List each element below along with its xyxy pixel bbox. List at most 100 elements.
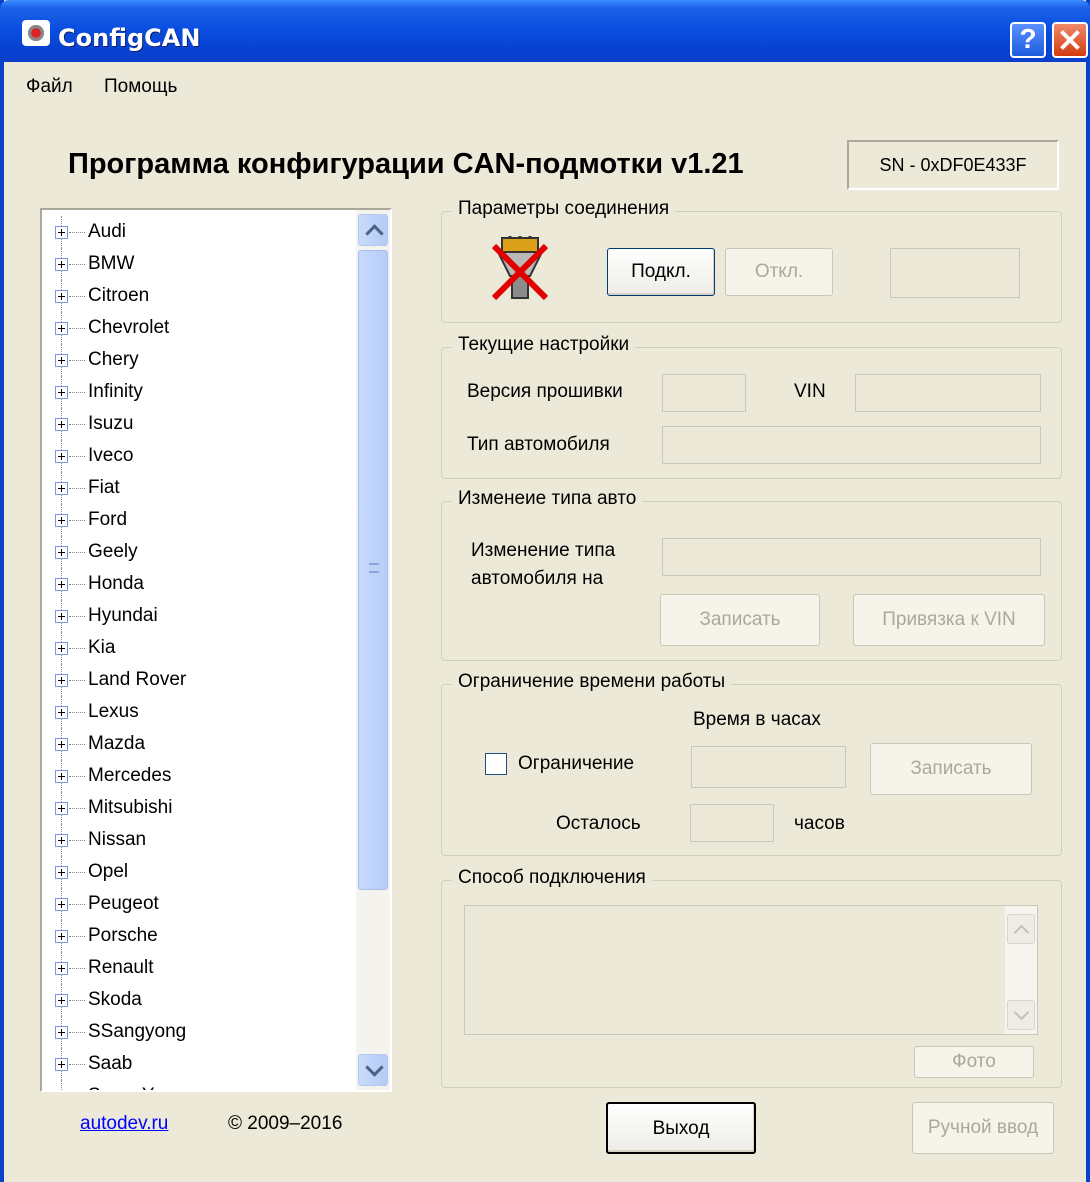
- help-button[interactable]: ?: [1010, 22, 1046, 58]
- tree-item[interactable]: Lexus: [42, 696, 354, 728]
- tree-item[interactable]: Hyundai: [42, 600, 354, 632]
- expand-plus-icon[interactable]: [55, 258, 68, 271]
- tree-item[interactable]: Land Rover: [42, 664, 354, 696]
- scroll-thumb[interactable]: [358, 250, 388, 890]
- expand-plus-icon[interactable]: [55, 770, 68, 783]
- tree-item[interactable]: BMW: [42, 248, 354, 280]
- tree-item[interactable]: Chevrolet: [42, 312, 354, 344]
- tree-item[interactable]: Iveco: [42, 440, 354, 472]
- tree-item[interactable]: SsangYong: [42, 1080, 354, 1092]
- hours-unit-label: часов: [794, 813, 845, 834]
- close-icon[interactable]: [1052, 22, 1088, 58]
- scroll-down-icon[interactable]: [358, 1054, 388, 1086]
- expand-plus-icon[interactable]: [55, 930, 68, 943]
- expand-plus-icon[interactable]: [55, 546, 68, 559]
- menu-file[interactable]: Файл: [26, 76, 73, 98]
- expand-plus-icon[interactable]: [55, 354, 68, 367]
- bind-vin-button[interactable]: Привязка к VIN: [853, 594, 1045, 646]
- expand-plus-icon[interactable]: [55, 962, 68, 975]
- expand-plus-icon[interactable]: [55, 482, 68, 495]
- expand-plus-icon[interactable]: [55, 514, 68, 527]
- tree-item[interactable]: Mercedes: [42, 760, 354, 792]
- remaining-label: Осталось: [556, 813, 641, 834]
- tree-connector: [69, 1032, 85, 1033]
- expand-plus-icon[interactable]: [55, 738, 68, 751]
- expand-plus-icon[interactable]: [55, 898, 68, 911]
- expand-plus-icon[interactable]: [55, 578, 68, 591]
- tree-connector: [69, 360, 85, 361]
- expand-plus-icon[interactable]: [55, 290, 68, 303]
- tree-item[interactable]: Infinity: [42, 376, 354, 408]
- tree-item[interactable]: Audi: [42, 216, 354, 248]
- connect-button[interactable]: Подкл.: [607, 248, 715, 296]
- expand-plus-icon[interactable]: [55, 450, 68, 463]
- expand-plus-icon[interactable]: [55, 834, 68, 847]
- firmware-field: [662, 374, 746, 412]
- write-hours-button[interactable]: Записать: [870, 743, 1032, 795]
- expand-plus-icon[interactable]: [55, 1058, 68, 1071]
- tree-item[interactable]: Ford: [42, 504, 354, 536]
- tree-connector: [69, 232, 85, 233]
- tree-item[interactable]: Isuzu: [42, 408, 354, 440]
- car-brand-tree[interactable]: Audi BMW Citroen Chevrolet Chery Infinity Isuz…: [40, 208, 392, 1092]
- tree-connector: [69, 936, 85, 937]
- tree-item[interactable]: Opel: [42, 856, 354, 888]
- tree-item[interactable]: Kia: [42, 632, 354, 664]
- tree-item[interactable]: Peugeot: [42, 888, 354, 920]
- expand-plus-icon[interactable]: [55, 802, 68, 815]
- expand-plus-icon[interactable]: [55, 418, 68, 431]
- text-scrollbar[interactable]: [1005, 906, 1037, 1034]
- tree-scrollbar[interactable]: [356, 210, 390, 1090]
- expand-plus-icon[interactable]: [55, 226, 68, 239]
- title-bar[interactable]: ConfigCAN ?: [0, 0, 1090, 62]
- website-link[interactable]: autodev.ru: [80, 1113, 168, 1135]
- tree-item[interactable]: Geely: [42, 536, 354, 568]
- tree-item[interactable]: Fiat: [42, 472, 354, 504]
- tree-connector: [69, 552, 85, 553]
- expand-plus-icon[interactable]: [55, 706, 68, 719]
- tree-item[interactable]: Honda: [42, 568, 354, 600]
- tree-item[interactable]: Mitsubishi: [42, 792, 354, 824]
- tree-item-label: Mazda: [88, 733, 146, 754]
- tree-item[interactable]: Nissan: [42, 824, 354, 856]
- tree-item[interactable]: Chery: [42, 344, 354, 376]
- limit-checkbox-label[interactable]: Ограничение: [518, 753, 634, 775]
- expand-plus-icon[interactable]: [55, 322, 68, 335]
- tree-item[interactable]: Porsche: [42, 920, 354, 952]
- tree-connector: [69, 776, 85, 777]
- tree-item[interactable]: Skoda: [42, 984, 354, 1016]
- tree-item[interactable]: Renault: [42, 952, 354, 984]
- tree-connector: [69, 840, 85, 841]
- photo-button[interactable]: Фото: [914, 1046, 1034, 1078]
- tree-item[interactable]: Citroen: [42, 280, 354, 312]
- change-type-field[interactable]: [662, 538, 1041, 576]
- scroll-up-icon[interactable]: [358, 214, 388, 246]
- hours-field[interactable]: [691, 746, 846, 788]
- exit-button[interactable]: Выход: [606, 1102, 756, 1154]
- change-type-label-line1: Изменение типа: [471, 540, 616, 561]
- expand-plus-icon[interactable]: [55, 674, 68, 687]
- tree-item[interactable]: SSangyong: [42, 1016, 354, 1048]
- tree-item[interactable]: Saab: [42, 1048, 354, 1080]
- tree-connector: [69, 904, 85, 905]
- scroll-up-icon[interactable]: [1007, 914, 1035, 944]
- expand-plus-icon[interactable]: [55, 1026, 68, 1039]
- manual-input-button[interactable]: Ручной ввод: [912, 1102, 1054, 1154]
- tree-item[interactable]: Mazda: [42, 728, 354, 760]
- expand-plus-icon[interactable]: [55, 610, 68, 623]
- main-window: ConfigCAN ? Файл Помощь Программа конфиг…: [0, 0, 1090, 1182]
- expand-plus-icon[interactable]: [55, 386, 68, 399]
- vin-label: VIN: [794, 381, 826, 402]
- limit-checkbox[interactable]: [485, 753, 507, 775]
- page-title: Программа конфигурации CAN-подмотки v1.2…: [68, 148, 744, 180]
- tree-item-label: Mercedes: [88, 765, 172, 786]
- connection-method-text[interactable]: [464, 905, 1038, 1035]
- expand-plus-icon[interactable]: [55, 994, 68, 1007]
- expand-plus-icon[interactable]: [55, 642, 68, 655]
- expand-plus-icon[interactable]: [55, 866, 68, 879]
- scroll-down-icon[interactable]: [1007, 1000, 1035, 1030]
- write-type-button[interactable]: Записать: [660, 594, 820, 646]
- disconnect-button[interactable]: Откл.: [725, 248, 833, 296]
- menu-help[interactable]: Помощь: [104, 76, 177, 98]
- expand-plus-icon[interactable]: [55, 1090, 68, 1092]
